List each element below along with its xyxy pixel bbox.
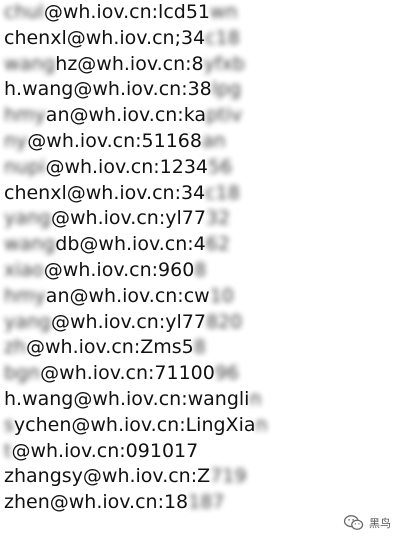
watermark-text: 黑鸟 [369,517,391,530]
redacted-prefix: hmy [4,104,46,127]
credential-line: chenxl@wh.iov.cn:34c18 [4,181,268,207]
credential-text: h.wang@wh.iov.cn:38 [4,78,212,101]
redacted-prefix: t [4,439,12,462]
credential-line: xiao@wh.iov.cn:9608 [4,258,268,284]
redacted-suffix: 10 [209,284,234,307]
credential-text: @wh.iov.cn:960 [43,258,195,281]
watermark: 黑鸟 [343,514,391,532]
redacted-prefix: ny [4,129,28,152]
credential-text: @wh.iov.cn:51168 [27,129,202,152]
redacted-suffix: n [255,413,268,436]
redacted-prefix: s [4,413,14,436]
credential-line: nupi@wh.iov.cn:123456 [4,155,268,181]
redacted-prefix: hmy [4,284,46,307]
credential-text: hz@wh.iov.cn:8 [55,52,204,75]
redacted-suffix: c18 [205,26,240,49]
credential-text: db@wh.iov.cn:4 [55,233,206,256]
credential-text: @wh.iov.cn:1234 [45,155,209,178]
redacted-suffix: yfxb [203,52,245,75]
redacted-suffix: c18 [205,181,240,204]
credential-text: an@wh.iov.cn:cw [45,284,210,307]
credential-text: h.wang@wh.iov.cn:wangli [4,387,250,410]
redacted-suffix: 96 [214,362,240,385]
credential-line: yang@wh.iov.cn:yl77820 [4,310,268,336]
credential-line: chul@wh.iov.cn:lcd51wn [4,0,268,26]
redacted-suffix: 62 [205,233,230,256]
redacted-prefix: chul [4,1,44,23]
redacted-prefix: zh [4,336,27,359]
redacted-suffix: 187 [188,491,225,514]
credential-text: zhen@wh.iov.cn:18 [4,491,189,514]
redacted-suffix: ptiv [206,104,243,127]
redacted-suffix: n [249,387,262,410]
redacted-suffix: 8 [194,258,207,281]
credential-line: h.wang@wh.iov.cn:38lpg [4,77,268,103]
credential-line: hmyan@wh.iov.cn:cw10 [4,284,268,310]
credential-line: wanghz@wh.iov.cn:8yfxb [4,52,268,78]
credential-line: zhangsy@wh.iov.cn:Z719 [4,464,268,490]
credential-line: zh@wh.iov.cn:Zms58 [4,335,268,361]
credential-text: an@wh.iov.cn:ka [45,104,207,127]
credential-text: @wh.iov.cn:71100 [40,362,215,385]
wechat-logo-icon [343,515,364,530]
credential-text: ychen@wh.iov.cn:LingXia [13,413,256,436]
redacted-suffix: 56 [208,155,233,178]
credential-line: chenxl@wh.iov.cn;34c18 [4,26,268,52]
redacted-suffix: an [201,129,226,152]
credential-text: chenxl@wh.iov.cn;34 [4,26,206,49]
redacted-suffix: lpg [211,78,242,101]
credential-line: wangdb@wh.iov.cn:462 [4,232,268,258]
credential-line: zhen@wh.iov.cn:18187 [4,490,268,516]
credential-line: bgn@wh.iov.cn:7110096 [4,361,268,387]
credential-text: @wh.iov.cn:091017 [11,439,199,462]
credential-text: @wh.iov.cn:yl77 [51,310,206,333]
credential-line: hmyan@wh.iov.cn:kaptiv [4,103,268,129]
credential-line: sychen@wh.iov.cn:LingXian [4,413,268,439]
credential-list: chul@wh.iov.cn:lcd51wn chenxl@wh.iov.cn;3… [4,0,268,516]
credential-line: yang@wh.iov.cn:yl7732 [4,206,268,232]
redacted-prefix: yang [4,310,51,333]
redacted-suffix: 719 [210,465,247,488]
redacted-suffix: 8 [193,336,206,359]
redacted-suffix: 820 [205,310,243,333]
redacted-suffix: 32 [205,207,231,230]
redacted-prefix: wang [4,233,56,256]
credential-line: h.wang@wh.iov.cn:wanglin [4,387,268,413]
credential-text: chenxl@wh.iov.cn:34 [4,181,206,204]
redacted-prefix: xiao [4,258,44,281]
redacted-suffix: wn [210,1,238,23]
credential-line: t@wh.iov.cn:091017 [4,439,268,465]
credential-text: @wh.iov.cn:lcd51 [43,1,210,23]
redacted-prefix: nupi [4,155,46,178]
redacted-prefix: yang [4,207,51,230]
credential-line: ny@wh.iov.cn:51168an [4,129,268,155]
credential-text: @wh.iov.cn:yl77 [51,207,206,230]
redacted-prefix: bgn [4,362,41,385]
redacted-prefix: wang [4,52,56,75]
credential-text: zhangsy@wh.iov.cn:Z [4,465,211,488]
credential-text: @wh.iov.cn:Zms5 [26,336,194,359]
